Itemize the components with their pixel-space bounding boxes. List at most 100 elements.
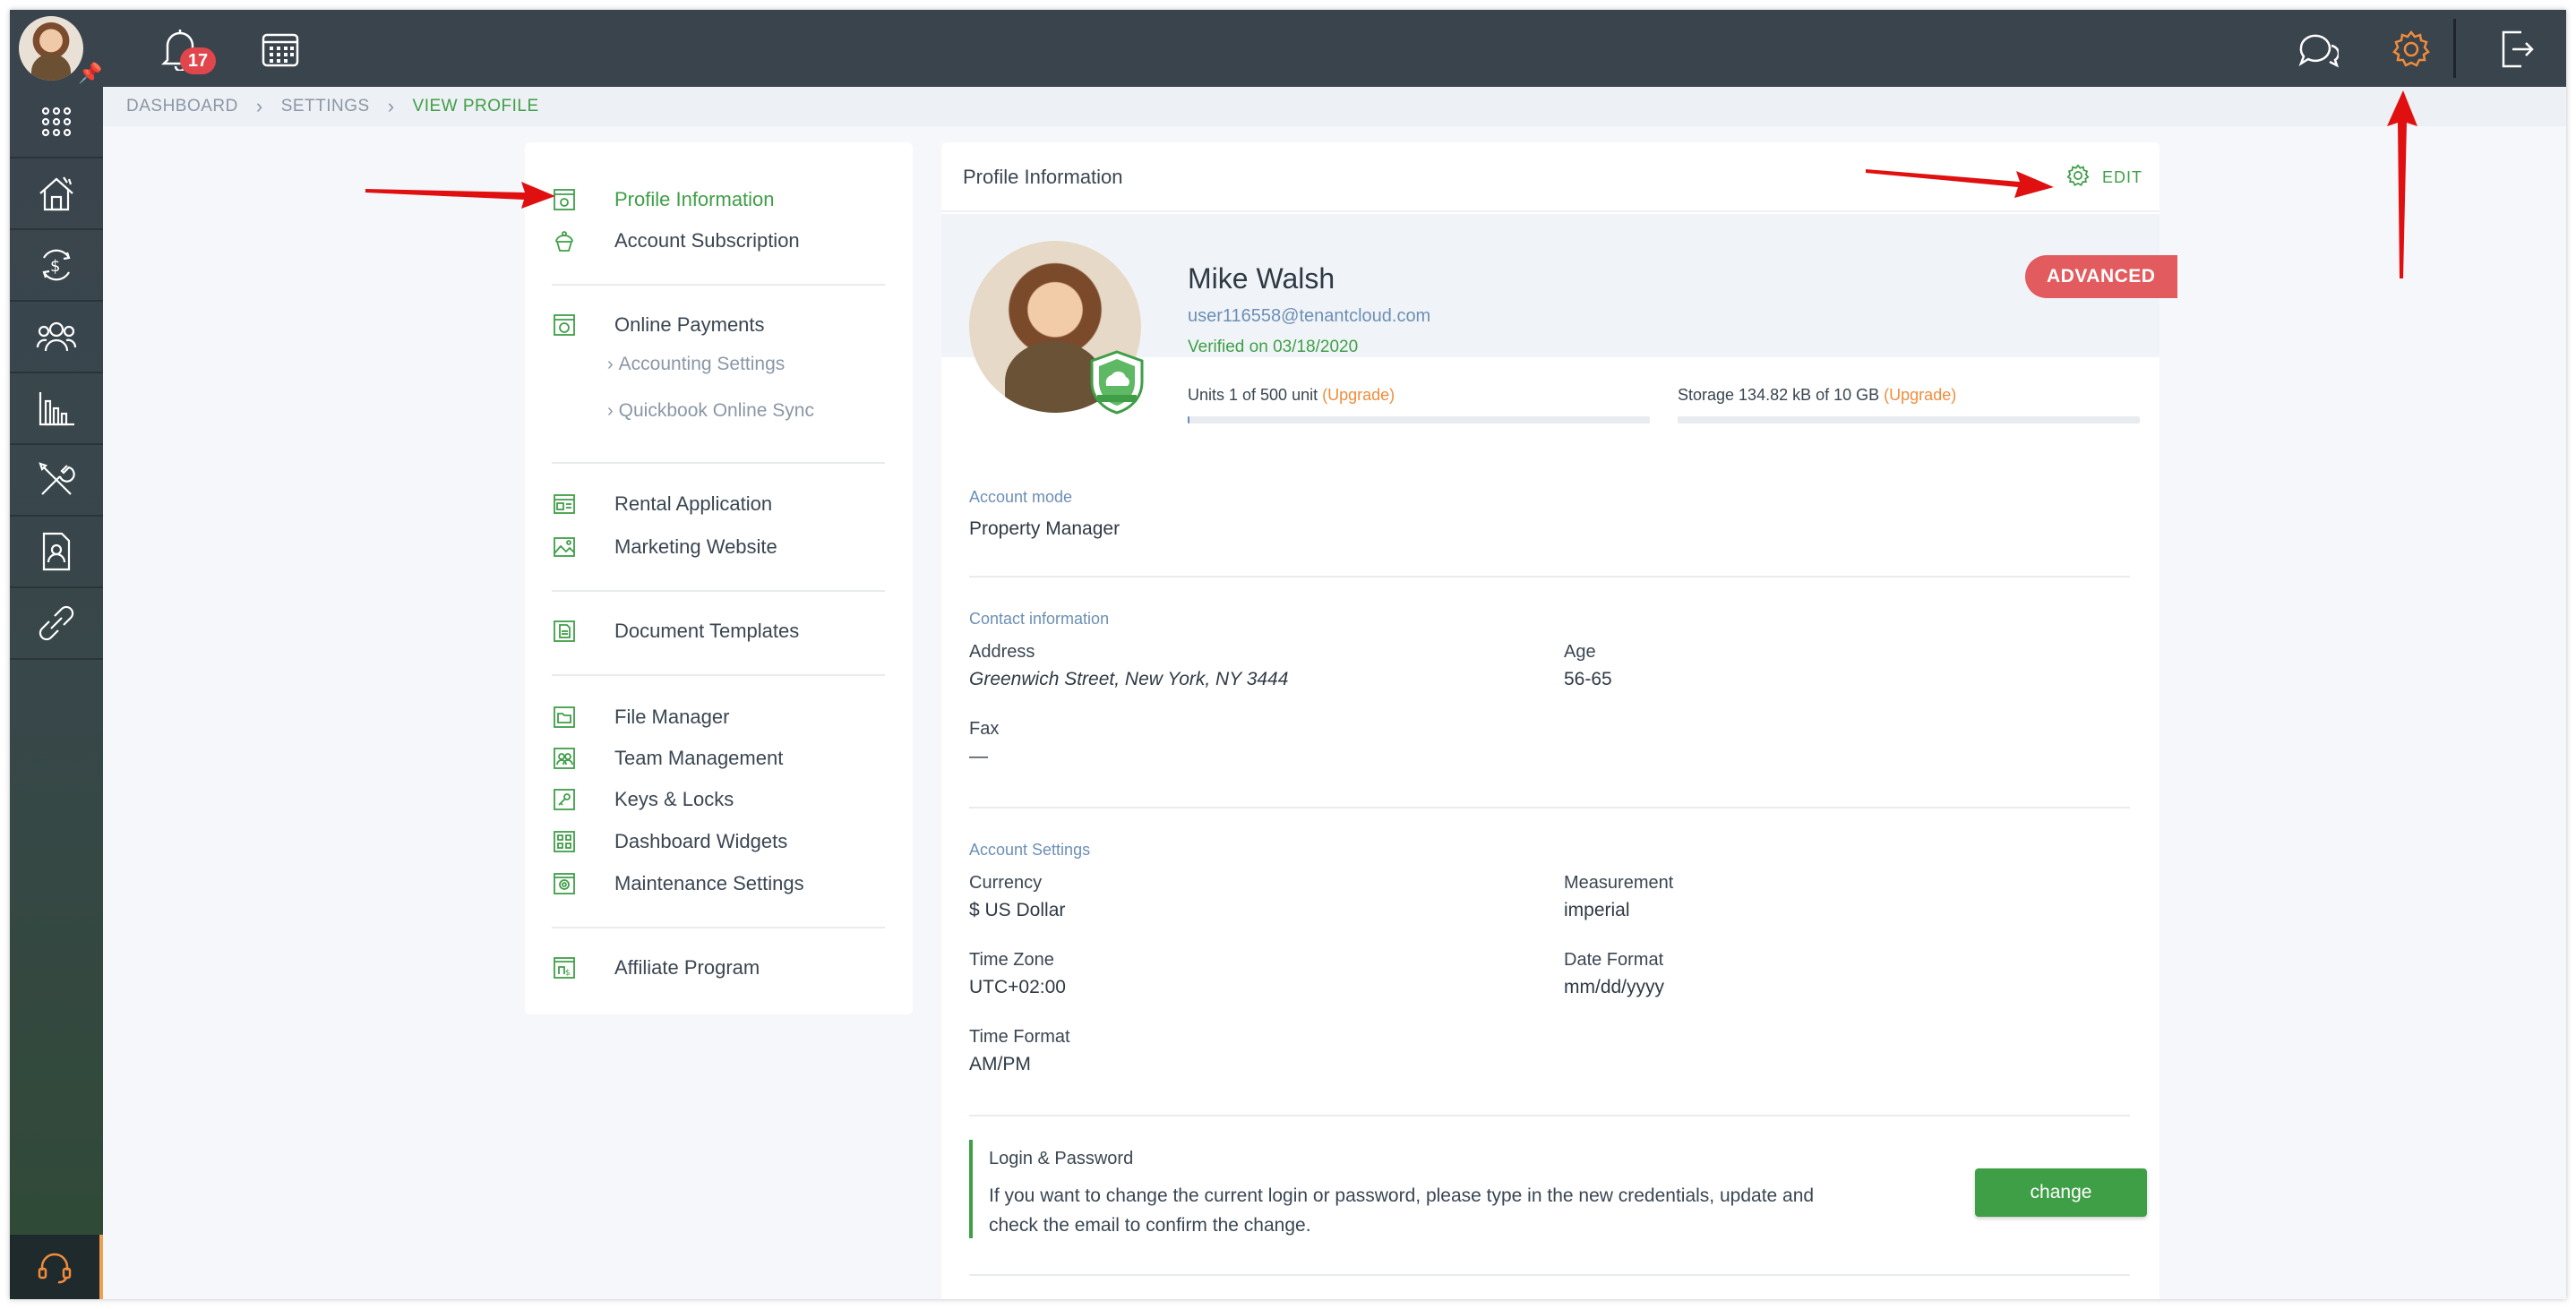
section-divider: [969, 807, 2130, 808]
currency-label: Currency: [969, 873, 1043, 893]
rental-application-icon: [552, 492, 577, 517]
affiliate-icon: $: [552, 955, 577, 980]
fax-value: —: [969, 746, 988, 766]
settings-gear-icon[interactable]: [2388, 26, 2434, 73]
help-headset-icon[interactable]: [10, 1235, 103, 1299]
key-icon: [552, 787, 577, 812]
address-value: Greenwich Street, New York, NY 3444: [969, 669, 1289, 689]
profile-name: Mike Walsh: [1188, 262, 1335, 295]
document-template-icon: [552, 619, 577, 644]
menu-divider: [552, 284, 885, 286]
login-password-title: Login & Password: [989, 1149, 1134, 1168]
login-password-section: Login & Password If you want to change t…: [969, 1140, 2130, 1238]
folder-icon: [552, 705, 577, 730]
account-settings-title: Account Settings: [969, 841, 1091, 859]
left-navigation: $: [10, 87, 103, 1299]
address-label: Address: [969, 642, 1035, 662]
pin-icon[interactable]: 📌: [78, 62, 102, 85]
units-meter-label: Units 1 of 500 unit (Upgrade): [1188, 386, 1395, 405]
apps-grid-icon[interactable]: [10, 87, 103, 158]
calendar-icon[interactable]: [257, 26, 304, 73]
properties-house-icon[interactable]: [10, 158, 103, 230]
measurement-label: Measurement: [1564, 873, 1674, 893]
reports-chart-icon[interactable]: [10, 373, 103, 445]
time-format-value: AM/PM: [969, 1054, 1031, 1074]
storage-text: Storage 134.82 kB of 10 GB: [1678, 386, 1880, 404]
menu-item-rental-application[interactable]: Rental Application: [525, 486, 913, 522]
svg-text:$: $: [565, 969, 571, 978]
menu-item-team-management[interactable]: Team Management: [525, 740, 913, 776]
annotation-arrow-edit: [1866, 169, 2054, 198]
contact-info-title: Contact information: [969, 610, 1110, 628]
breadcrumb-chevron-icon: ›: [387, 95, 395, 117]
change-credentials-button[interactable]: change: [1975, 1168, 2147, 1217]
chevron-right-icon: ›: [607, 400, 614, 421]
cupcake-icon: [552, 228, 577, 253]
settings-menu: Profile Information Account Subscription…: [525, 142, 913, 1014]
menu-divider: [552, 927, 885, 928]
menu-item-dashboard-widgets[interactable]: Dashboard Widgets: [525, 824, 913, 860]
top-bar: 📌 17: [10, 10, 2566, 87]
verified-date: Verified on 03/18/2020: [1188, 338, 1359, 356]
team-icon: [552, 746, 577, 771]
menu-sub-label: Quickbook Online Sync: [618, 400, 814, 421]
account-mode-title: Account mode: [969, 488, 1073, 506]
measurement-value: imperial: [1564, 900, 1630, 920]
menu-item-label: Account Subscription: [614, 229, 800, 252]
menu-sub-accounting-settings[interactable]: › Accounting Settings: [607, 348, 785, 381]
annotation-arrow-settings: [2387, 90, 2417, 278]
age-label: Age: [1564, 642, 1596, 662]
menu-divider: [552, 462, 885, 464]
user-avatar[interactable]: [19, 16, 83, 81]
menu-sub-quickbook-online-sync[interactable]: › Quickbook Online Sync: [607, 395, 814, 427]
storage-upgrade-link[interactable]: (Upgrade): [1884, 386, 1956, 404]
people-icon[interactable]: [10, 302, 103, 373]
menu-divider: [552, 674, 885, 676]
maintenance-gear-icon: [552, 871, 577, 896]
menu-item-marketing-website[interactable]: Marketing Website: [525, 529, 913, 565]
menu-item-label: Team Management: [614, 747, 784, 769]
section-divider: [969, 576, 2130, 578]
menu-divider: [552, 590, 885, 592]
menu-item-profile-information[interactable]: Profile Information: [525, 182, 913, 218]
menu-item-account-subscription[interactable]: Account Subscription: [525, 223, 913, 259]
maintenance-tools-icon[interactable]: [10, 445, 103, 517]
units-meter: [1188, 416, 1650, 424]
menu-sub-label: Accounting Settings: [618, 354, 786, 374]
login-password-description: If you want to change the current login …: [989, 1185, 1815, 1236]
section-divider: [969, 1115, 2130, 1116]
image-icon: [552, 535, 577, 560]
documents-profile-icon[interactable]: [10, 517, 103, 588]
menu-item-label: File Manager: [614, 706, 730, 728]
svg-text:$: $: [50, 257, 60, 276]
menu-item-maintenance-settings[interactable]: Maintenance Settings: [525, 866, 913, 902]
profile-email[interactable]: user116558@tenantcloud.com: [1188, 306, 1430, 327]
breadcrumb-view-profile: VIEW PROFILE: [412, 97, 539, 116]
profile-content: Mike Walsh user116558@tenantcloud.com Ve…: [941, 142, 2177, 1299]
menu-item-affiliate-program[interactable]: $ Affiliate Program: [525, 950, 913, 986]
menu-item-label: Maintenance Settings: [614, 872, 804, 894]
breadcrumb-chevron-icon: ›: [255, 95, 263, 117]
menu-item-label: Online Payments: [614, 313, 765, 336]
breadcrumb-dashboard[interactable]: DASHBOARD: [126, 97, 238, 116]
menu-item-keys-locks[interactable]: Keys & Locks: [525, 782, 913, 817]
units-upgrade-link[interactable]: (Upgrade): [1322, 386, 1395, 404]
menu-item-file-manager[interactable]: File Manager: [525, 699, 913, 735]
storage-meter-label: Storage 134.82 kB of 10 GB (Upgrade): [1678, 386, 1956, 405]
payments-dollar-icon[interactable]: $: [10, 230, 103, 302]
menu-item-document-templates[interactable]: Document Templates: [525, 613, 913, 649]
app-window: 📌 17 $ DASHBOARD › SETTINGS › VIEW PROFI…: [10, 10, 2566, 1299]
chat-icon[interactable]: [2294, 26, 2340, 73]
link-icon[interactable]: [10, 588, 103, 660]
logout-icon[interactable]: [2493, 26, 2539, 73]
units-meter-fill: [1188, 416, 1190, 424]
online-payments-icon: [552, 312, 577, 338]
storage-meter: [1678, 416, 2140, 424]
breadcrumb: DASHBOARD › SETTINGS › VIEW PROFILE: [103, 87, 2566, 126]
menu-item-online-payments[interactable]: Online Payments: [525, 307, 913, 343]
date-format-value: mm/dd/yyyy: [1564, 977, 1665, 997]
menu-item-label: Rental Application: [614, 492, 773, 515]
section-divider: [969, 1274, 2130, 1276]
fax-label: Fax: [969, 719, 1000, 739]
breadcrumb-settings[interactable]: SETTINGS: [281, 97, 370, 116]
